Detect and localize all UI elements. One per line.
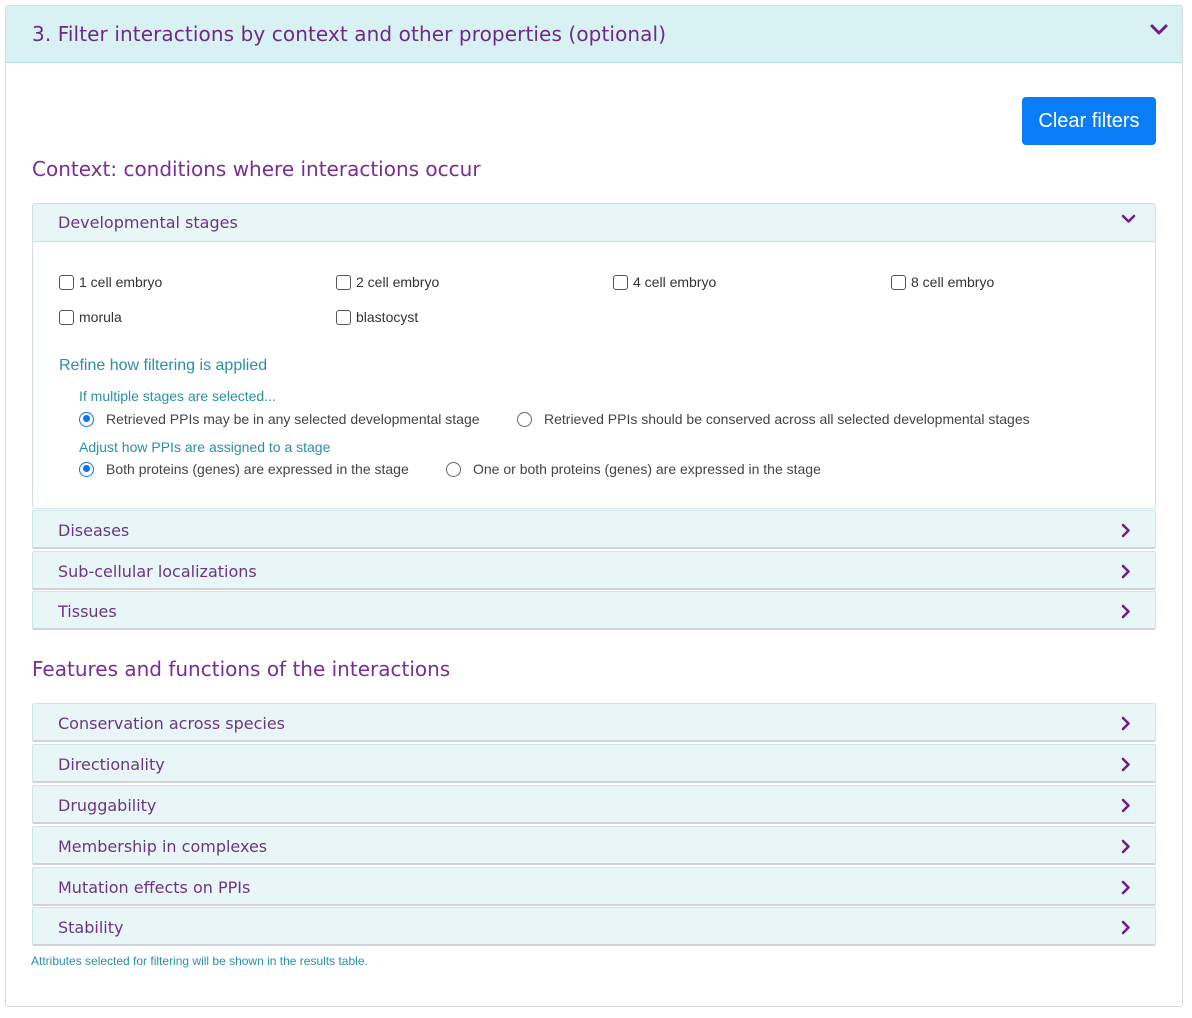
developmental-stages-label: Developmental stages [58, 213, 238, 232]
chevron-right-icon[interactable] [1121, 604, 1135, 619]
accordion-sub-cellular-localizations[interactable]: Sub-cellular localizations [32, 551, 1156, 590]
chevron-right-icon[interactable] [1121, 798, 1135, 813]
stage-checkbox-1-cell[interactable]: 1 cell embryo [59, 274, 162, 290]
filter-panel: 3. Filter interactions by context and ot… [5, 5, 1183, 1007]
radio-button[interactable] [446, 461, 461, 477]
radio-button[interactable] [517, 411, 532, 427]
multiple-stages-title: If multiple stages are selected... [79, 388, 276, 404]
checkbox-box[interactable] [336, 274, 351, 290]
filter-panel-header[interactable]: 3. Filter interactions by context and ot… [6, 6, 1182, 63]
accordion-label: Druggability [58, 796, 157, 815]
radio-label: One or both proteins (genes) are express… [473, 461, 821, 477]
accordion-tissues[interactable]: Tissues [32, 591, 1156, 630]
stage-checkbox-4-cell[interactable]: 4 cell embryo [613, 274, 716, 290]
checkbox-box[interactable] [613, 274, 628, 290]
accordion-label: Diseases [58, 521, 130, 540]
stage-checkbox-2-cell[interactable]: 2 cell embryo [336, 274, 439, 290]
radio-label: Retrieved PPIs may be in any selected de… [106, 411, 480, 427]
chevron-down-icon[interactable] [1121, 214, 1136, 228]
accordion-mutation-effects[interactable]: Mutation effects on PPIs [32, 867, 1156, 906]
accordion-label: Mutation effects on PPIs [58, 878, 251, 897]
stage-checkbox-blastocyst[interactable]: blastocyst [336, 309, 418, 325]
accordion-membership-in-complexes[interactable]: Membership in complexes [32, 826, 1156, 865]
developmental-stages-panel: Developmental stages 1 cell embryo 2 cel… [32, 203, 1156, 509]
chevron-right-icon[interactable] [1121, 564, 1135, 579]
chevron-down-icon[interactable] [1150, 24, 1168, 38]
developmental-stages-header[interactable]: Developmental stages [33, 204, 1155, 242]
filter-panel-title: 3. Filter interactions by context and ot… [32, 22, 667, 46]
accordion-directionality[interactable]: Directionality [32, 744, 1156, 783]
assign-stage-title: Adjust how PPIs are assigned to a stage [79, 439, 331, 455]
radio-one-or-both-proteins[interactable]: One or both proteins (genes) are express… [446, 461, 821, 477]
chevron-right-icon[interactable] [1121, 920, 1135, 935]
refine-filtering-title: Refine how filtering is applied [59, 357, 268, 374]
radio-all-stages[interactable]: Retrieved PPIs should be conserved acros… [517, 411, 1030, 427]
chevron-right-icon[interactable] [1121, 757, 1135, 772]
accordion-label: Sub-cellular localizations [58, 562, 257, 581]
chevron-right-icon[interactable] [1121, 523, 1135, 538]
accordion-stability[interactable]: Stability [32, 907, 1156, 946]
accordion-druggability[interactable]: Druggability [32, 785, 1156, 824]
checkbox-box[interactable] [59, 274, 74, 290]
accordion-conservation-across-species[interactable]: Conservation across species [32, 703, 1156, 742]
chevron-right-icon[interactable] [1121, 839, 1135, 854]
radio-button[interactable] [79, 411, 94, 427]
results-table-footnote: Attributes selected for filtering will b… [31, 954, 368, 968]
chevron-right-icon[interactable] [1121, 716, 1135, 731]
stage-checkbox-8-cell[interactable]: 8 cell embryo [891, 274, 994, 290]
stage-label: 4 cell embryo [633, 274, 717, 290]
radio-both-proteins[interactable]: Both proteins (genes) are expressed in t… [79, 461, 409, 477]
accordion-label: Membership in complexes [58, 837, 268, 856]
accordion-label: Directionality [58, 755, 165, 774]
accordion-label: Conservation across species [58, 714, 285, 733]
radio-label: Both proteins (genes) are expressed in t… [106, 461, 409, 477]
checkbox-box[interactable] [336, 309, 351, 325]
stage-label: morula [79, 309, 122, 325]
stage-label: 2 cell embryo [356, 274, 440, 290]
context-section-title: Context: conditions where interactions o… [32, 157, 481, 181]
stage-label: 1 cell embryo [79, 274, 163, 290]
radio-label: Retrieved PPIs should be conserved acros… [544, 411, 1030, 427]
checkbox-box[interactable] [891, 274, 906, 290]
accordion-diseases[interactable]: Diseases [32, 510, 1156, 549]
radio-button[interactable] [79, 461, 94, 477]
radio-any-stage[interactable]: Retrieved PPIs may be in any selected de… [79, 411, 480, 427]
accordion-label: Tissues [58, 602, 117, 621]
clear-filters-button[interactable]: Clear filters [1022, 97, 1156, 145]
accordion-label: Stability [58, 918, 124, 937]
stage-checkbox-morula[interactable]: morula [59, 309, 122, 325]
chevron-right-icon[interactable] [1121, 880, 1135, 895]
stage-label: 8 cell embryo [911, 274, 995, 290]
features-section-title: Features and functions of the interactio… [32, 657, 451, 681]
stage-label: blastocyst [356, 309, 419, 325]
checkbox-box[interactable] [59, 309, 74, 325]
